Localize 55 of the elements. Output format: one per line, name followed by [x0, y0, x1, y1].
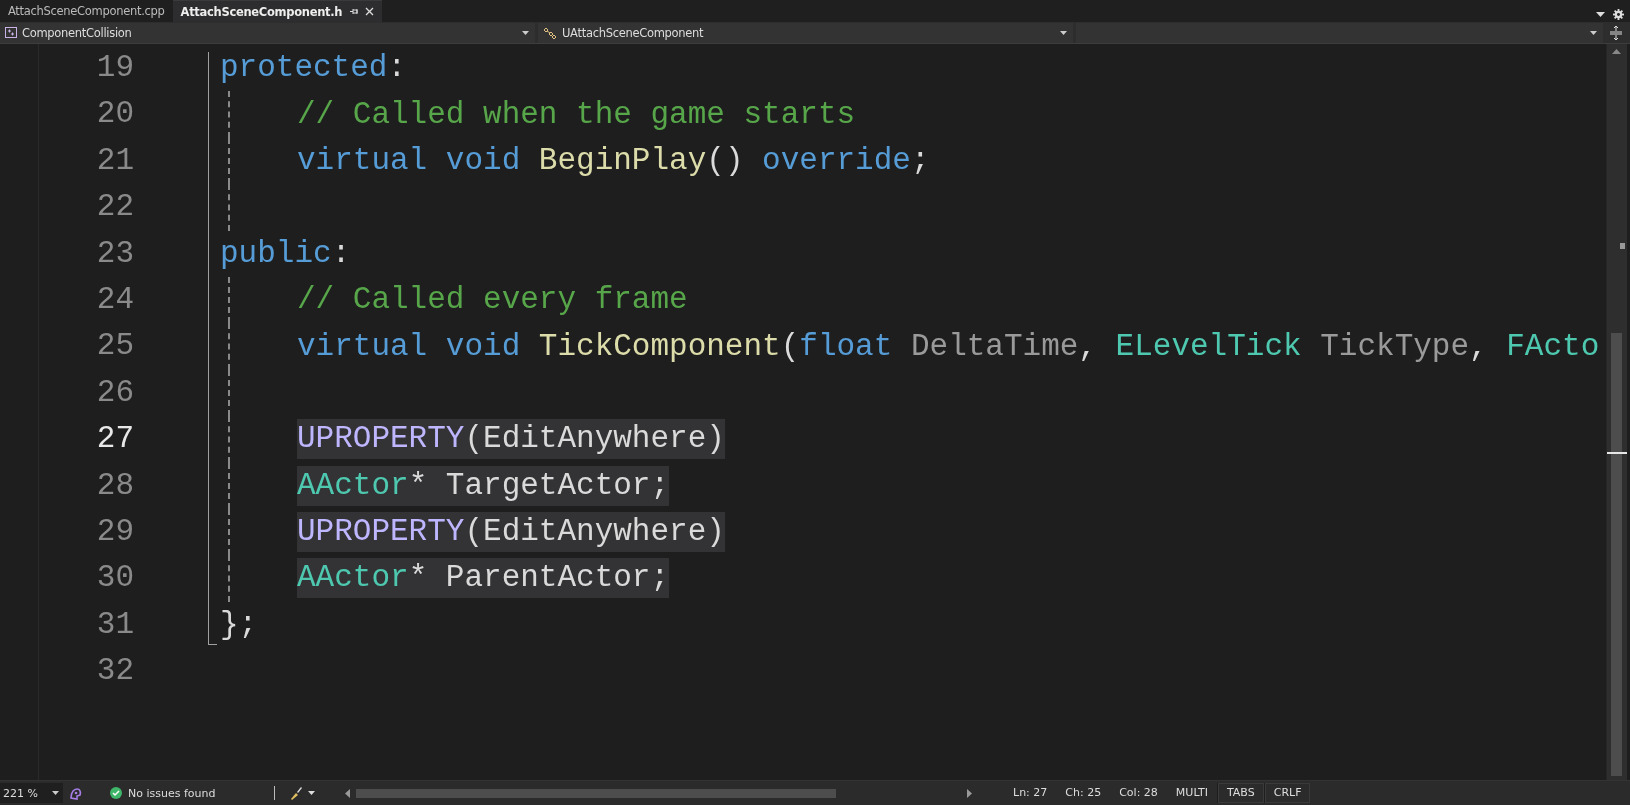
caret-icon[interactable] [308, 791, 315, 795]
code-line: }; [220, 605, 258, 644]
horizontal-scrollbar[interactable] [345, 786, 972, 800]
vertical-scrollbar[interactable] [1606, 44, 1627, 780]
caret-icon [1060, 30, 1067, 35]
line-number-indicator[interactable]: Ln: 27 [1004, 783, 1057, 803]
line-number: 24 [95, 280, 134, 319]
scroll-right-icon[interactable] [967, 788, 972, 798]
brush-icon[interactable] [289, 786, 303, 800]
line-number: 21 [95, 141, 134, 180]
code-line: virtual void BeginPlay() override; [297, 141, 930, 180]
line-number: 23 [95, 234, 134, 273]
scroll-up-icon[interactable] [1612, 49, 1621, 54]
check-icon [110, 787, 122, 799]
indentation-button[interactable]: TABS [1216, 783, 1264, 803]
scroll-left-icon[interactable] [345, 788, 350, 798]
line-number: 20 [95, 95, 134, 134]
line-number: 29 [95, 512, 134, 551]
scroll-marker [1620, 243, 1625, 249]
project-dropdown[interactable]: ComponentCollision [0, 22, 535, 43]
column-indicator[interactable]: Col: 28 [1110, 783, 1167, 803]
file-tab[interactable]: AttachSceneComponent.h [172, 0, 383, 22]
line-endings-button[interactable]: CRLF [1263, 783, 1311, 803]
line-number: 22 [95, 188, 134, 227]
pin-icon[interactable] [349, 7, 359, 16]
caret-position-marker [1607, 452, 1627, 454]
split-editor-icon[interactable] [1610, 25, 1622, 40]
caret-icon [522, 30, 529, 35]
scrollbar-thumb[interactable] [1611, 333, 1622, 776]
zoom-dropdown[interactable]: 221 % [0, 783, 63, 803]
issues-status[interactable]: No issues found [128, 786, 216, 800]
line-number: 19 [95, 49, 134, 87]
selection-mode-indicator[interactable]: MULTI [1166, 783, 1217, 803]
line-number: 27 [95, 420, 134, 459]
scrollbar-thumb[interactable] [356, 788, 836, 798]
line-number: 26 [95, 373, 134, 412]
code-line: // Called every frame [297, 281, 688, 320]
line-number: 25 [95, 327, 134, 366]
settings-icon[interactable] [1613, 8, 1624, 20]
code-line: public: [220, 234, 351, 273]
code-line: virtual void TickComponent(float DeltaTime, ELevelTick TickType, FActo [297, 327, 1600, 366]
caret-icon [1590, 30, 1597, 35]
line-number: 28 [95, 466, 134, 505]
line-number: 31 [95, 605, 134, 644]
line-number: 30 [95, 559, 134, 598]
dropdown-caret-icon[interactable] [1596, 11, 1605, 17]
code-line: // Called when the game starts [297, 95, 856, 134]
class-icon [543, 26, 557, 39]
char-indicator[interactable]: Ch: 25 [1056, 783, 1111, 803]
code-line: protected: [220, 49, 407, 88]
line-number: 32 [95, 652, 134, 691]
scope-dropdown[interactable]: UAttachSceneComponent [538, 22, 1073, 43]
caret-icon [51, 791, 59, 795]
project-icon [5, 27, 17, 38]
close-icon[interactable] [365, 7, 375, 16]
